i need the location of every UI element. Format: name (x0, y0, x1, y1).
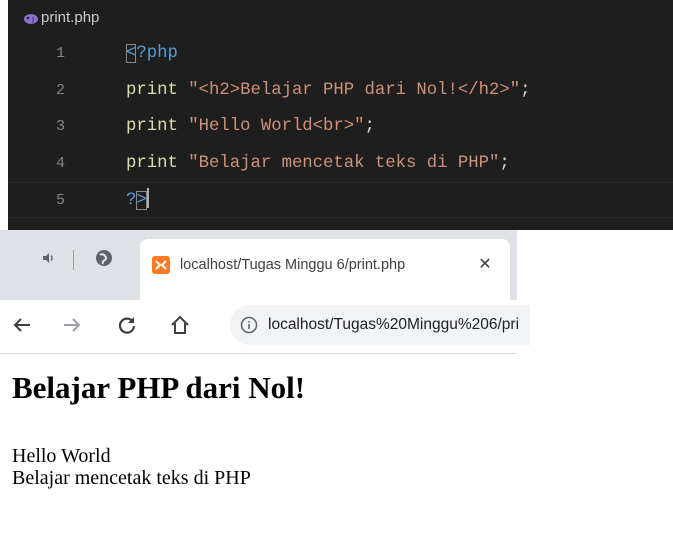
home-icon[interactable] (168, 313, 192, 337)
line-code: ?> (126, 183, 149, 219)
code-token: < (126, 44, 137, 63)
tab-separator (73, 250, 74, 270)
speaker-icon[interactable] (35, 246, 59, 270)
code-token: ? (126, 191, 137, 211)
code-line[interactable]: 1 <?php (8, 36, 673, 72)
page-content: Belajar PHP dari Nol! Hello World Belaja… (0, 354, 673, 538)
page-heading: Belajar PHP dari Nol! (12, 370, 306, 405)
address-bar[interactable]: localhost/Tugas%20Minggu%206/print.php (230, 305, 530, 345)
back-icon[interactable] (10, 313, 34, 337)
php-elephant-icon (24, 14, 38, 24)
editor-file-tab[interactable]: print.php (8, 0, 673, 36)
page-text-line: Belajar mencetak teks di PHP (12, 467, 251, 489)
editor-file-name: print.php (41, 9, 100, 26)
code-line[interactable]: 5 ?> (8, 182, 673, 219)
code-token: ; (520, 80, 531, 100)
text-cursor (146, 188, 149, 209)
code-token: print (126, 153, 178, 173)
line-number: 1 (56, 45, 66, 62)
globe-icon[interactable] (92, 246, 116, 270)
code-line[interactable]: 4 print "Belajar mencetak teks di PHP"; (8, 146, 673, 182)
code-token: print (126, 117, 178, 137)
code-token: "Belajar mencetak teks di PHP" (188, 153, 500, 173)
line-code: print "<h2>Belajar PHP dari Nol!</h2>"; (126, 73, 530, 109)
tab-strip: localhost/Tugas Minggu 6/print.php ✕ (0, 230, 517, 300)
address-text[interactable]: localhost/Tugas%20Minggu%206/print.php (268, 316, 518, 334)
reload-icon[interactable] (115, 313, 139, 337)
xampp-favicon-icon (152, 256, 170, 274)
code-token: print (126, 80, 178, 100)
line-number: 5 (56, 192, 66, 210)
code-token: ?php (136, 44, 178, 63)
code-token: "Hello World<br>" (188, 117, 365, 137)
code-line[interactable]: 2 print "<h2>Belajar PHP dari Nol!</h2>"; (8, 73, 673, 109)
line-code: print "Belajar mencetak teks di PHP"; (126, 146, 510, 182)
close-icon[interactable]: ✕ (474, 254, 496, 276)
line-number: 4 (56, 154, 66, 172)
line-number: 2 (56, 81, 66, 99)
tab-title: localhost/Tugas Minggu 6/print.php (180, 257, 406, 273)
browser-toolbar: localhost/Tugas%20Minggu%206/print.php (0, 300, 530, 354)
line-number: 3 (56, 118, 66, 136)
code-token: "<h2>Belajar PHP dari Nol!</h2>" (188, 80, 521, 100)
page-text-line: Hello World (12, 445, 111, 467)
code-editor: print.php 1 <?php 2 print "<h2>Belajar PHP … (8, 0, 673, 230)
line-code: <?php (126, 36, 178, 72)
active-browser-tab[interactable]: localhost/Tugas Minggu 6/print.php ✕ (140, 239, 510, 300)
code-token: ; (364, 117, 375, 137)
browser-window: localhost/Tugas Minggu 6/print.php ✕ loc… (0, 230, 673, 538)
info-icon[interactable] (240, 316, 258, 334)
line-code: print "Hello World<br>"; (126, 109, 375, 145)
code-token: ; (499, 153, 510, 173)
code-line[interactable]: 3 print "Hello World<br>"; (8, 109, 673, 145)
code-area[interactable]: 1 <?php 2 print "<h2>Belajar PHP dari Nol!<… (8, 36, 673, 230)
forward-icon[interactable] (60, 313, 84, 337)
code-token: > (136, 191, 147, 211)
